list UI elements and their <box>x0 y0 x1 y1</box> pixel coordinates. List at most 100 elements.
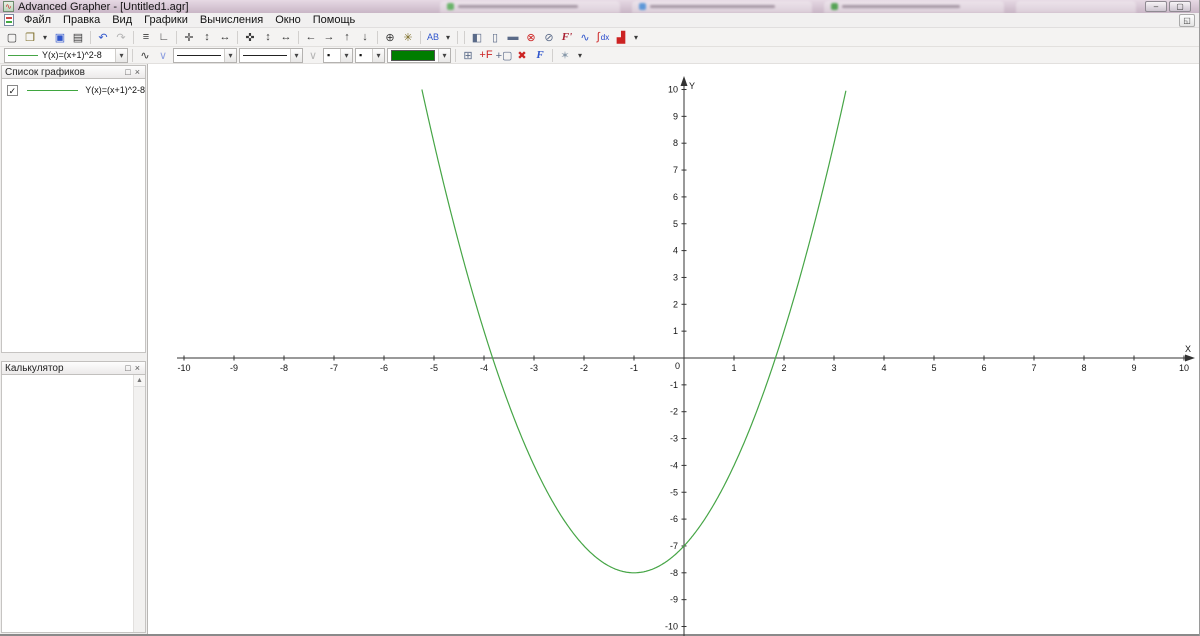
window-title: Advanced Grapher - [Untitled1.agr] <box>18 1 189 13</box>
panel-splitter[interactable] <box>1 353 146 361</box>
open-dropdown-icon[interactable]: ▾ <box>39 29 51 45</box>
stretch-horizontal-button[interactable]: ↔ <box>216 29 234 45</box>
marker-style-select[interactable]: ▪ ▾ <box>323 48 353 63</box>
function-select[interactable]: Y(x)=(x+1)^2-8 ▾ <box>4 48 128 63</box>
svg-text:8: 8 <box>673 138 678 148</box>
format-function-button[interactable]: F <box>531 47 549 63</box>
svg-text:9: 9 <box>1131 363 1136 373</box>
menu-edit[interactable]: Правка <box>57 13 106 28</box>
menu-calculations[interactable]: Вычисления <box>194 13 269 28</box>
toolbar-overflow-icon[interactable]: ▾ <box>630 29 642 45</box>
plot-area: XY-10-9-8-7-6-5-4-3-2-112345678910-10-9-… <box>148 64 1199 634</box>
calculator-input-area[interactable]: ▲ <box>1 375 146 633</box>
panel-right-toggle-button[interactable]: ▯ <box>486 29 504 45</box>
scroll-up-icon[interactable]: ▲ <box>134 375 145 387</box>
menu-help[interactable]: Помощь <box>307 13 362 28</box>
derivative-button[interactable]: F' <box>558 29 576 45</box>
undo-button[interactable]: ↶ <box>94 29 112 45</box>
open-button[interactable]: ❐ <box>21 29 39 45</box>
statistics-button[interactable]: ▟ <box>612 29 630 45</box>
svg-text:-7: -7 <box>670 541 678 551</box>
advanced-grapher-window: ∿ Advanced Grapher - [Untitled1.agr] – ▢… <box>0 0 1200 636</box>
scroll-up-button[interactable]: ↑ <box>338 29 356 45</box>
marker-size-select[interactable]: ▪ ▾ <box>355 48 385 63</box>
axes-toggle-button[interactable]: ∟ <box>155 29 173 45</box>
axes-setup-button[interactable]: ✶ <box>556 47 574 63</box>
graph-type-button[interactable]: ∿ <box>136 47 154 63</box>
move-graph-button[interactable]: ✛ <box>180 29 198 45</box>
apply-style-button[interactable]: ∨ <box>154 47 172 63</box>
delete-graph-button[interactable]: ✖ <box>513 47 531 63</box>
scroll-right-button[interactable]: → <box>320 29 338 45</box>
svg-text:-9: -9 <box>230 363 238 373</box>
mdi-restore-button[interactable]: ◱ <box>1179 14 1195 27</box>
plot-canvas[interactable]: XY-10-9-8-7-6-5-4-3-2-112345678910-10-9-… <box>148 64 1200 636</box>
save-button[interactable]: ▣ <box>51 29 69 45</box>
scroll-down-button[interactable]: ↓ <box>356 29 374 45</box>
graph-properties-button[interactable]: ⊞ <box>459 47 477 63</box>
graph-toolbar: Y(x)=(x+1)^2-8 ▾ ∿ ∨ ▾ ▾ ∨ ▪ ▾ ▪ ▾ ▾ ⊞ <box>0 47 1199 64</box>
function-select-value: Y(x)=(x+1)^2-8 <box>42 50 102 60</box>
default-scale-button[interactable]: ⊕ <box>381 29 399 45</box>
menu-graphs[interactable]: Графики <box>138 13 194 28</box>
toolbar-separator <box>90 31 91 44</box>
integral-dx-label: dx <box>601 33 609 42</box>
menu-file[interactable]: Файл <box>18 13 57 28</box>
svg-text:-9: -9 <box>670 595 678 605</box>
line-style-select[interactable]: ▾ <box>173 48 237 63</box>
new-button[interactable]: ▢ <box>3 29 21 45</box>
graph-visibility-checkbox[interactable]: ✓ <box>7 85 18 96</box>
svg-text:5: 5 <box>931 363 936 373</box>
panel-maximize-icon[interactable]: □ <box>123 66 132 78</box>
text-labels-button[interactable]: AB <box>424 29 442 45</box>
menu-window[interactable]: Окно <box>269 13 307 28</box>
graph-formula-label: Y(x)=(x+1)^2-8 <box>85 85 145 95</box>
panel-bottom-toggle-button[interactable]: ▬ <box>504 29 522 45</box>
toolbar-overflow-icon[interactable]: ▾ <box>574 47 586 63</box>
chevron-down-icon: ▾ <box>290 49 302 62</box>
print-button[interactable]: ▤ <box>69 29 87 45</box>
calculator-scrollbar[interactable]: ▲ <box>133 375 145 632</box>
svg-text:-1: -1 <box>630 363 638 373</box>
svg-text:2: 2 <box>673 299 678 309</box>
curve-fit-button[interactable]: ∿ <box>576 29 594 45</box>
shrink-vertical-button[interactable]: ↕ <box>259 29 277 45</box>
scroll-left-button[interactable]: ← <box>302 29 320 45</box>
app-icon: ∿ <box>3 1 14 12</box>
svg-text:-4: -4 <box>480 363 488 373</box>
trace-button[interactable]: ⊘ <box>540 29 558 45</box>
minimize-button[interactable]: – <box>1145 1 1167 12</box>
graph-list-item[interactable]: ✓ Y(x)=(x+1)^2-8 <box>2 83 145 97</box>
panel-close-icon[interactable]: × <box>133 66 142 78</box>
toolbar-separator <box>298 31 299 44</box>
panel-maximize-icon[interactable]: □ <box>123 362 132 374</box>
menu-bar: Файл Правка Вид Графики Вычисления Окно … <box>0 13 1199 28</box>
line-width-select[interactable]: ▾ <box>239 48 303 63</box>
svg-text:-3: -3 <box>530 363 538 373</box>
toolbar-separator <box>464 31 465 44</box>
menu-view[interactable]: Вид <box>106 13 138 28</box>
panel-close-icon[interactable]: × <box>133 362 142 374</box>
toolbar-separator <box>132 49 133 62</box>
integral-button[interactable]: ∫dx <box>594 29 612 45</box>
add-table-button[interactable]: +▢ <box>495 47 513 63</box>
add-function-button[interactable]: +F <box>477 47 495 63</box>
redo-button[interactable]: ↷ <box>112 29 130 45</box>
stretch-vertical-button[interactable]: ↕ <box>198 29 216 45</box>
trace-remove-button[interactable]: ⊗ <box>522 29 540 45</box>
graph-list-toggle-button[interactable]: ≡ <box>137 29 155 45</box>
zoom-button[interactable]: ✳ <box>399 29 417 45</box>
panel-left-toggle-button[interactable]: ◧ <box>468 29 486 45</box>
apply-style-disabled-button[interactable]: ∨ <box>304 47 322 63</box>
color-select[interactable]: ▾ <box>387 48 451 63</box>
toolbar-more-icon[interactable]: ▾ <box>442 29 454 45</box>
svg-text:8: 8 <box>1081 363 1086 373</box>
svg-text:-5: -5 <box>670 487 678 497</box>
svg-text:-4: -4 <box>670 460 678 470</box>
shrink-graph-button[interactable]: ✜ <box>241 29 259 45</box>
shrink-horizontal-button[interactable]: ↔ <box>277 29 295 45</box>
maximize-button[interactable]: ▢ <box>1169 1 1191 12</box>
svg-text:4: 4 <box>881 363 886 373</box>
side-panels: Список графиков □ × ✓ Y(x)=(x+1)^2-8 Кал… <box>0 64 148 634</box>
svg-text:X: X <box>1185 344 1191 354</box>
